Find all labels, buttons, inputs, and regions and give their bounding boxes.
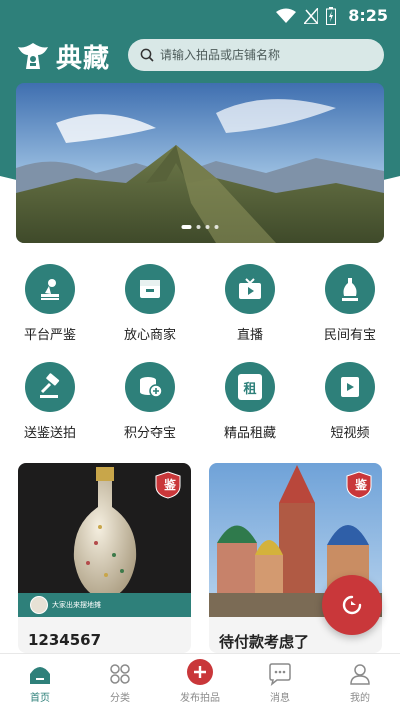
video-icon [325,362,375,412]
tab-label: 分类 [110,693,130,704]
feature-label: 民间有宝 [323,328,376,343]
feature-label: 平台严鉴 [23,328,76,343]
category-icon [110,664,130,684]
store-icon [125,264,175,314]
tab-publish[interactable]: 发布拍品 [160,654,240,711]
appraised-badge-text: 鉴 [354,478,367,492]
wifi-icon [276,8,296,23]
feature-send-appraise-auction[interactable]: 送鉴送拍 [0,362,100,460]
feature-label: 精品租藏 [223,426,276,441]
live-tv-icon [225,264,275,314]
appraise-stamp-icon [25,264,75,314]
carousel-dot-1[interactable] [181,225,192,229]
feature-label: 短视频 [330,426,370,441]
search-input[interactable] [160,48,370,62]
carousel-dot-3[interactable] [205,225,210,229]
tab-label: 消息 [270,693,290,704]
tab-messages[interactable]: 消息 [240,654,320,711]
feature-label: 积分夺宝 [123,426,176,441]
tab-label: 我的 [350,693,370,704]
app-logo[interactable]: 典藏 [14,38,110,75]
tab-home[interactable]: 首页 [0,654,80,711]
battery-icon [326,7,336,25]
feature-points-treasure[interactable]: 积分夺宝 [100,362,200,460]
feature-label: 直播 [236,328,263,343]
coins-icon [125,362,175,412]
status-bar: 8:25 [0,0,400,32]
feature-label: 送鉴送拍 [23,426,76,441]
publish-icon [187,659,213,685]
product-title: 待付款考虑了 [219,633,310,651]
banner-mountain-image [16,83,384,243]
seller-strip[interactable]: 大家出来摆地摊 [18,593,191,617]
auction-hammer-icon [25,362,75,412]
product-image: 鉴 大家出来摆地摊 [18,463,191,617]
refresh-fab[interactable] [322,575,382,635]
logo-text: 典藏 [56,44,111,74]
tab-profile[interactable]: 我的 [320,654,400,711]
product-list: 鉴 大家出来摆地摊 1234567 鉴 待付款考虑了 [18,463,382,653]
rent-glyph: 租 [243,381,257,397]
top-bar: 典藏 [0,36,400,76]
product-title: 1234567 [28,631,102,649]
logo-emblem-icon [18,42,48,69]
clock: 8:25 [348,6,388,25]
banner-carousel[interactable] [16,83,384,243]
refresh-icon [342,595,362,615]
feature-folk-treasures[interactable]: 民间有宝 [300,264,400,362]
carousel-indicator [181,225,219,229]
feature-premium-rental[interactable]: 租 精品租藏 [200,362,300,460]
vase-icon [325,264,375,314]
product-card[interactable]: 鉴 大家出来摆地摊 1234567 [18,463,191,653]
seller-name: 大家出来摆地摊 [52,601,101,609]
carousel-dot-2[interactable] [196,225,201,229]
feature-short-video[interactable]: 短视频 [300,362,400,460]
seller-avatar [30,596,48,614]
profile-icon [350,664,370,685]
feature-live[interactable]: 直播 [200,264,300,362]
carousel-dot-4[interactable] [214,225,219,229]
search-bar[interactable] [128,39,384,71]
bottom-tab-bar: 首页 分类 发布拍品 消息 我的 [0,653,400,711]
message-icon [269,663,291,686]
tab-label: 首页 [30,693,50,704]
feature-label: 放心商家 [123,328,176,343]
appraised-badge-text: 鉴 [163,478,176,492]
feature-grid: 平台严鉴 放心商家 直播 民间有宝 送鉴送拍 积分夺宝 租 精品租藏 短视频 [0,264,400,460]
rent-icon: 租 [225,362,275,412]
search-icon [140,48,154,62]
home-icon [30,667,50,684]
feature-platform-appraisal[interactable]: 平台严鉴 [0,264,100,362]
no-signal-icon [304,8,318,24]
tab-label: 发布拍品 [180,693,220,704]
feature-trusted-merchants[interactable]: 放心商家 [100,264,200,362]
tab-category[interactable]: 分类 [80,654,160,711]
